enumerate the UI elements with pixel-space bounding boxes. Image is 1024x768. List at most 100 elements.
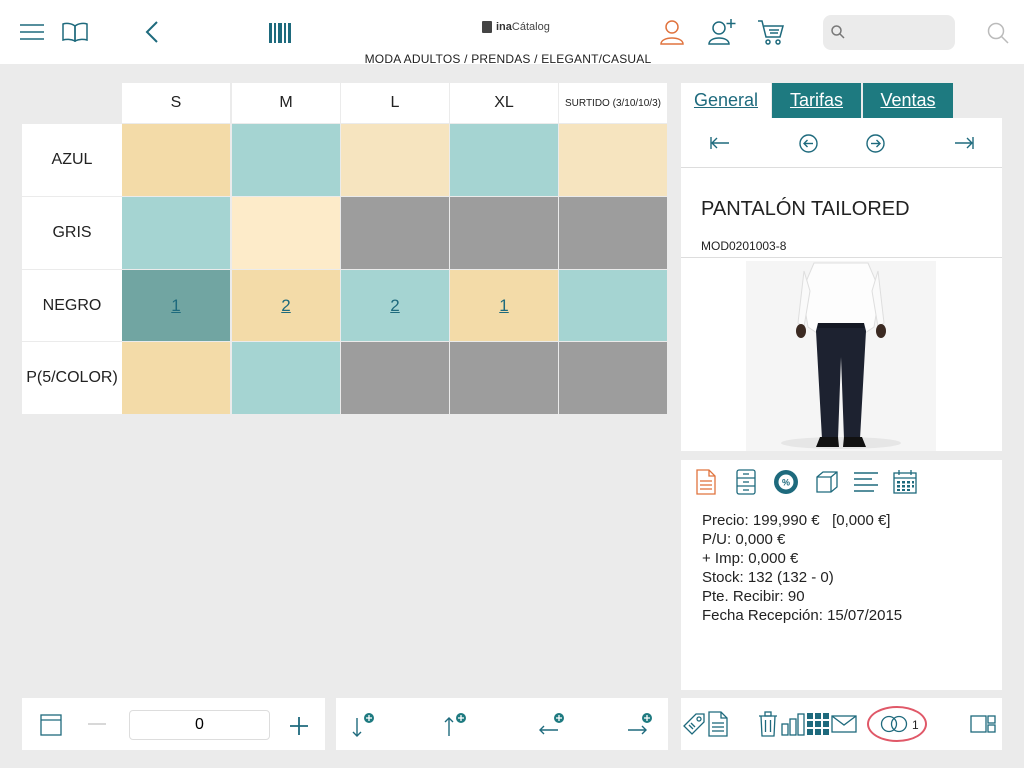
cabinet-icon[interactable] bbox=[735, 468, 757, 496]
product-info-panel: % Precio: 199,990 € [0,000 €] P/U: 0,000… bbox=[681, 460, 1002, 690]
divider bbox=[681, 257, 1002, 258]
text-align-icon[interactable] bbox=[853, 468, 879, 496]
previous-record-icon[interactable] bbox=[798, 133, 818, 153]
mail-icon[interactable] bbox=[830, 710, 858, 738]
info-toolbar: % bbox=[693, 468, 993, 498]
split-view-icon[interactable] bbox=[969, 712, 997, 736]
fill-right-icon[interactable] bbox=[626, 712, 654, 738]
size-column-header: S bbox=[122, 83, 230, 123]
notes-icon[interactable] bbox=[707, 710, 729, 738]
matrix-cell[interactable] bbox=[122, 197, 230, 269]
cart-icon[interactable] bbox=[757, 19, 785, 45]
first-record-icon[interactable] bbox=[709, 134, 731, 152]
tab-ventas[interactable]: Ventas bbox=[863, 83, 953, 118]
record-navigation bbox=[681, 118, 1002, 168]
book-icon[interactable] bbox=[62, 20, 88, 44]
svg-text:%: % bbox=[782, 478, 790, 488]
pending-line: Pte. Recibir: 90 bbox=[702, 588, 805, 605]
compare-icon[interactable] bbox=[879, 714, 909, 734]
search-small-icon bbox=[831, 25, 845, 44]
add-user-icon[interactable] bbox=[707, 18, 737, 46]
search-input[interactable] bbox=[849, 21, 949, 43]
quantity-bar bbox=[22, 698, 325, 750]
app-logo: ina Cátalog bbox=[482, 19, 550, 35]
matrix-cell[interactable]: 2 bbox=[232, 270, 340, 341]
color-row-header: AZUL bbox=[22, 124, 122, 196]
matrix-cell[interactable] bbox=[559, 342, 667, 414]
size-color-matrix: S M L XL SURTIDO (3/10/10/3) AZUL GRIS NEGRO 1 2 2… bbox=[22, 83, 667, 414]
color-row-header: NEGRO bbox=[22, 270, 122, 341]
cell-quantity: 1 bbox=[171, 295, 181, 315]
tab-tarifas[interactable]: Tarifas bbox=[772, 83, 861, 118]
fill-left-icon[interactable] bbox=[538, 712, 566, 738]
last-record-icon[interactable] bbox=[953, 134, 975, 152]
next-record-icon[interactable] bbox=[865, 133, 885, 153]
cell-quantity: 1 bbox=[499, 295, 509, 315]
top-bar: ina Cátalog MODA ADULTOS / PRENDAS / ELEG… bbox=[0, 0, 1024, 66]
matrix-cell[interactable] bbox=[341, 124, 449, 196]
box-icon[interactable] bbox=[815, 468, 839, 496]
matrix-cell[interactable]: 2 bbox=[341, 270, 449, 341]
matrix-cell[interactable] bbox=[559, 197, 667, 269]
increment-icon[interactable] bbox=[288, 715, 310, 737]
color-row-header: GRIS bbox=[22, 197, 122, 269]
cell-quantity: 2 bbox=[390, 295, 400, 315]
actions-bar: 1 bbox=[681, 698, 1002, 750]
product-photo[interactable] bbox=[746, 261, 936, 451]
matrix-cell[interactable] bbox=[559, 270, 667, 341]
brand-prefix: ina bbox=[496, 21, 512, 33]
window-icon[interactable] bbox=[39, 713, 63, 737]
size-column-header: XL bbox=[450, 83, 558, 123]
compare-count: 1 bbox=[912, 718, 919, 732]
fill-up-icon[interactable] bbox=[442, 712, 468, 738]
brand-name: Cátalog bbox=[511, 21, 550, 33]
matrix-cell[interactable]: 1 bbox=[450, 270, 558, 341]
matrix-cell[interactable] bbox=[232, 342, 340, 414]
fill-down-icon[interactable] bbox=[350, 712, 376, 738]
matrix-cell[interactable] bbox=[450, 124, 558, 196]
search-box[interactable] bbox=[823, 15, 955, 50]
matrix-cell[interactable] bbox=[232, 197, 340, 269]
calendar-icon[interactable] bbox=[892, 468, 918, 496]
matrix-cell[interactable]: 1 bbox=[122, 270, 230, 341]
unit-price-line: P/U: 0,000 € bbox=[702, 531, 786, 548]
breadcrumb: MODA ADULTOS / PRENDAS / ELEGANT/CASUAL bbox=[364, 52, 652, 66]
user-icon[interactable] bbox=[659, 19, 685, 45]
matrix-cell[interactable] bbox=[232, 124, 340, 196]
trash-icon[interactable] bbox=[757, 710, 779, 738]
matrix-cell[interactable] bbox=[122, 342, 230, 414]
size-column-header: L bbox=[341, 83, 449, 123]
fill-direction-bar bbox=[336, 698, 668, 750]
menu-icon[interactable] bbox=[20, 20, 44, 44]
size-column-header: SURTIDO (3/10/10/3) bbox=[559, 83, 667, 123]
product-card: PANTALÓN TAILORED MOD0201003-8 bbox=[681, 118, 1002, 451]
quantity-stepper[interactable] bbox=[129, 710, 270, 740]
barcode-icon[interactable] bbox=[268, 22, 292, 44]
grid-view-icon[interactable] bbox=[806, 710, 830, 738]
product-info-lines: Precio: 199,990 € [0,000 €] P/U: 0,000 €… bbox=[702, 511, 902, 625]
matrix-cell[interactable] bbox=[450, 197, 558, 269]
discount-icon[interactable]: % bbox=[772, 468, 800, 496]
cell-quantity: 2 bbox=[281, 295, 291, 315]
decrement-icon[interactable] bbox=[87, 716, 107, 732]
search-icon[interactable] bbox=[986, 21, 1010, 45]
matrix-cell[interactable] bbox=[341, 197, 449, 269]
price-line: Precio: 199,990 € [0,000 €] bbox=[702, 512, 891, 529]
color-row-header: P(5/COLOR) bbox=[22, 342, 122, 414]
reception-date-line: Fecha Recepción: 15/07/2015 bbox=[702, 607, 903, 624]
size-column-header: M bbox=[232, 83, 340, 123]
stock-line: Stock: 132 (132 - 0) bbox=[702, 569, 834, 586]
bar-chart-icon[interactable] bbox=[781, 710, 805, 738]
matrix-cell[interactable] bbox=[341, 342, 449, 414]
price-tag-icon[interactable] bbox=[681, 710, 707, 738]
logo-mark-icon bbox=[482, 21, 492, 33]
product-code: MOD0201003-8 bbox=[701, 239, 787, 253]
matrix-cell[interactable] bbox=[450, 342, 558, 414]
tab-general[interactable]: General bbox=[681, 83, 771, 118]
product-name: PANTALÓN TAILORED bbox=[701, 198, 910, 220]
document-icon[interactable] bbox=[696, 468, 716, 496]
back-chevron-icon[interactable] bbox=[142, 19, 162, 45]
matrix-cell[interactable] bbox=[559, 124, 667, 196]
matrix-cell[interactable] bbox=[122, 124, 230, 196]
tax-line: + Imp: 0,000 € bbox=[702, 550, 799, 567]
